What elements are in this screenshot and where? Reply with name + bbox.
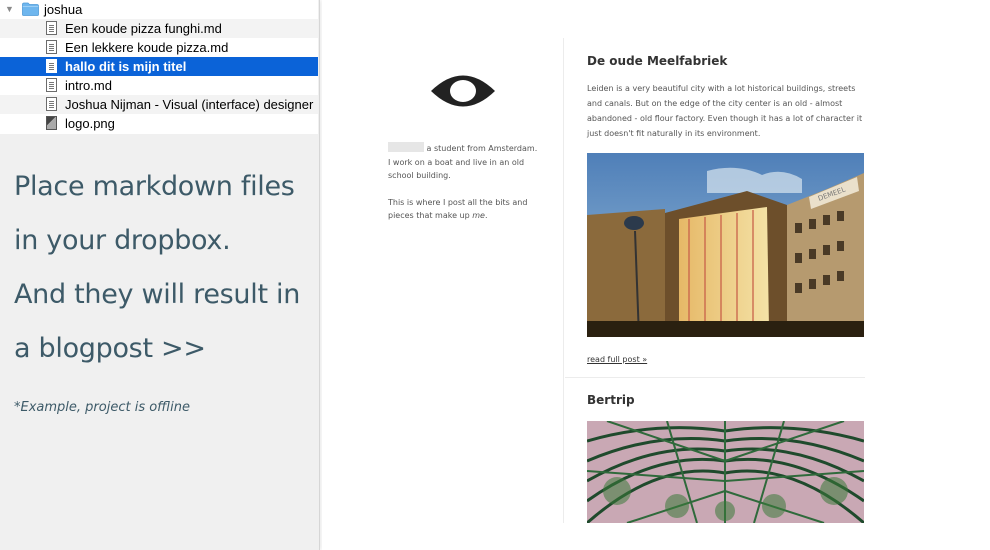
file-row[interactable]: Een koude pizza funghi.md <box>0 19 318 38</box>
image-file-icon <box>46 116 57 130</box>
file-label: intro.md <box>65 78 112 93</box>
redacted-name <box>388 142 424 152</box>
post-excerpt: Leiden is a very beautiful city with a l… <box>587 84 863 138</box>
left-panel: ▼ joshua Een koude pizza funghi.md Een l… <box>0 0 320 550</box>
markdown-document-icon <box>46 21 57 35</box>
bio-emphasis: me <box>472 211 485 220</box>
folder-label: joshua <box>44 2 83 17</box>
file-label: logo.png <box>65 116 115 131</box>
blog-preview: a student from Amsterdam. I work on a bo… <box>322 0 990 550</box>
promo-headline: Place markdown files in your dropbox. An… <box>14 160 314 376</box>
disclosure-triangle-icon[interactable]: ▼ <box>5 0 14 19</box>
post-image-bertrip <box>587 421 864 523</box>
file-row[interactable]: Joshua Nijman - Visual (interface) desig… <box>0 95 318 114</box>
file-label: hallo dit is mijn titel <box>65 59 187 74</box>
finder-file-list: ▼ joshua Een koude pizza funghi.md Een l… <box>0 0 318 134</box>
file-row[interactable]: logo.png <box>0 114 318 133</box>
read-full-post-link[interactable]: read full post » <box>587 355 647 364</box>
post-title[interactable]: De oude Meelfabriek <box>587 54 865 68</box>
bio-text: This is where I post all the bits and pi… <box>388 197 528 221</box>
document-icon <box>46 97 57 111</box>
author-bio: a student from Amsterdam. I work on a bo… <box>388 142 540 236</box>
promo-line: Place markdown files <box>14 171 295 202</box>
blog-post: De oude Meelfabriek Leiden is a very bea… <box>587 54 865 367</box>
markdown-document-icon <box>46 40 57 54</box>
file-row[interactable]: Een lekkere koude pizza.md <box>0 38 318 57</box>
column-divider <box>563 38 564 523</box>
document-icon <box>46 59 57 73</box>
bio-text: . <box>484 211 488 220</box>
blog-post: Bertrip <box>587 393 865 523</box>
file-row-selected[interactable]: hallo dit is mijn titel <box>0 57 318 76</box>
post-image-factory: DEMEEL <box>587 153 864 337</box>
markdown-document-icon <box>46 78 57 92</box>
promo-line: in your dropbox. <box>14 225 231 256</box>
post-separator <box>565 377 865 378</box>
file-row[interactable]: intro.md <box>0 76 318 95</box>
eye-logo-icon <box>431 75 495 107</box>
post-title[interactable]: Bertrip <box>587 393 865 407</box>
promo-line: a blogpost >> <box>14 333 206 364</box>
folder-row-joshua[interactable]: ▼ joshua <box>0 0 318 19</box>
folder-icon <box>22 2 39 16</box>
file-label: Joshua Nijman - Visual (interface) desig… <box>65 97 314 112</box>
file-label: Een koude pizza funghi.md <box>65 21 222 36</box>
promo-line: And they will result in <box>14 279 301 310</box>
promo-note: *Example, project is offline <box>14 400 191 415</box>
file-label: Een lekkere koude pizza.md <box>65 40 229 55</box>
